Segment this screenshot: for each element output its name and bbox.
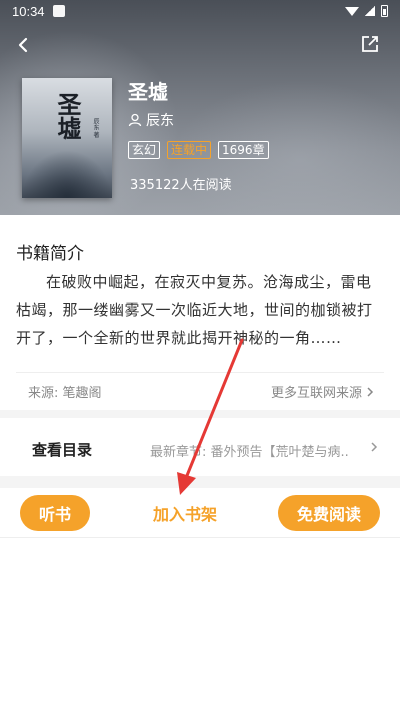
book-header: 10:34 圣墟 辰东 著 圣墟 辰东 玄幻 连载中 1696章 335122人… [0, 0, 400, 215]
intro-text: 在破败中崛起，在寂灭中复苏。沧海成尘，雷电枯竭，那一缕幽雾又一次临近大地，世间的… [16, 273, 373, 347]
free-read-button[interactable]: 免费阅读 [278, 495, 380, 531]
intro-section: 书籍简介 在破败中崛起，在寂灭中复苏。沧海成尘，雷电枯竭，那一缕幽雾又一次临近大… [0, 215, 400, 410]
toc-row[interactable]: 查看目录 最新章节: 番外预告【荒叶楚与病... [0, 418, 400, 476]
source-label: 来源: 笔趣阁 [28, 386, 102, 401]
chevron-right-icon [371, 442, 378, 452]
status-bar: 10:34 [0, 0, 400, 22]
divider [16, 372, 384, 373]
add-to-shelf-button[interactable]: 加入书架 [140, 495, 230, 531]
chevron-left-icon [18, 37, 28, 53]
toc-label: 查看目录 [32, 441, 93, 459]
more-sources-label: 更多互联网来源 [270, 386, 362, 401]
more-sources-link[interactable]: 更多互联网来源 [271, 382, 374, 401]
book-title: 圣墟 [128, 80, 168, 104]
intro-heading: 书籍简介 [16, 244, 84, 264]
cover-title: 圣墟 [53, 92, 82, 140]
reader-count: 335122人在阅读 [130, 178, 232, 193]
person-icon [128, 113, 142, 127]
share-button[interactable] [360, 34, 382, 56]
latest-chapter: 最新章节: 番外预告【荒叶楚与病... [150, 445, 350, 460]
share-icon [362, 36, 378, 52]
wifi-icon [345, 6, 359, 16]
source-row: 来源: 笔趣阁 更多互联网来源 [16, 381, 384, 401]
genre-tag: 玄幻 [128, 141, 161, 159]
book-tags: 玄幻 连载中 1696章 [128, 141, 269, 159]
signal-icon [365, 6, 375, 16]
chapter-count-tag: 1696章 [218, 141, 269, 159]
top-nav [0, 30, 400, 60]
status-time: 10:34 [12, 3, 45, 19]
back-button[interactable] [10, 32, 36, 58]
cover-subtitle: 辰东 著 [92, 118, 99, 138]
section-gap [0, 476, 400, 488]
book-cover[interactable]: 圣墟 辰东 著 [22, 78, 112, 198]
section-gap [0, 410, 400, 418]
empty-area [0, 538, 400, 712]
status-tag: 连载中 [167, 141, 212, 159]
author-name: 辰东 [146, 113, 174, 129]
battery-icon [381, 5, 388, 17]
listen-button[interactable]: 听书 [20, 495, 90, 531]
action-bar: 听书 加入书架 免费阅读 [0, 488, 400, 538]
cover-mist [22, 150, 112, 198]
book-author[interactable]: 辰东 [128, 110, 174, 130]
notification-icon [52, 5, 65, 17]
chevron-right-icon [367, 386, 374, 397]
